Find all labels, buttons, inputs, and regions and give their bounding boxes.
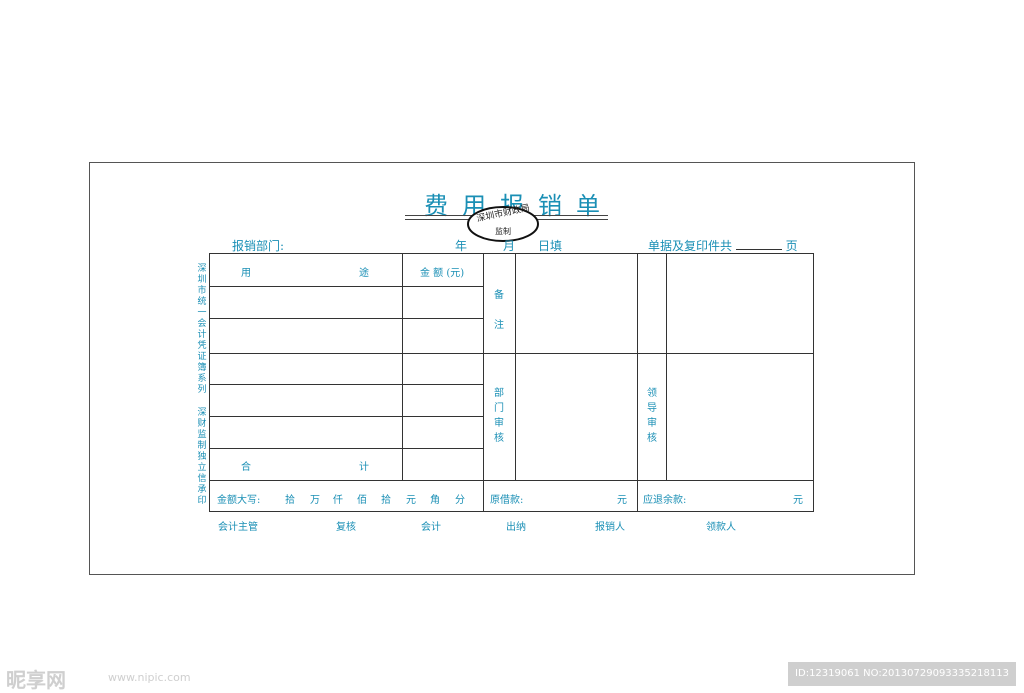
table-divider bbox=[402, 254, 403, 480]
watermark-id: ID:12319061 NO:20130729093335218113 bbox=[788, 662, 1016, 686]
sig-accountant: 会计 bbox=[421, 522, 441, 533]
caps-unit: 元 bbox=[406, 495, 416, 506]
page-unit: 页 bbox=[785, 239, 798, 253]
leader-review-label: 领导审核 bbox=[647, 388, 657, 444]
table-row-line bbox=[210, 480, 814, 481]
table-divider bbox=[483, 254, 484, 512]
watermark-url: www.nipic.com bbox=[108, 671, 191, 684]
table-row-line bbox=[210, 384, 483, 385]
caps-unit: 万 bbox=[310, 495, 320, 506]
attach-text: 单据及复印件共 bbox=[648, 239, 733, 253]
table-divider bbox=[637, 254, 638, 512]
side-text-series: 深圳市统一会计凭证簿系列 bbox=[197, 264, 207, 395]
table-row-line bbox=[210, 318, 483, 319]
original-loan-unit: 元 bbox=[617, 495, 627, 506]
original-loan-label: 原借款: bbox=[490, 495, 524, 506]
remark-label: 备注 bbox=[494, 290, 504, 331]
sig-claimant: 报销人 bbox=[595, 522, 625, 533]
sig-cashier: 出纳 bbox=[506, 522, 526, 533]
table-divider bbox=[515, 254, 516, 480]
watermark-brand: 昵享网 bbox=[6, 668, 66, 692]
col-purpose-2: 途 bbox=[359, 268, 369, 279]
attach-count-blank bbox=[735, 239, 782, 250]
total-label-2: 计 bbox=[359, 462, 369, 473]
month-label: 月 bbox=[503, 239, 516, 253]
side-text-printer: 深财监制独立信承印 bbox=[197, 408, 207, 506]
table-row-line bbox=[210, 286, 483, 287]
dept-label: 报销部门: bbox=[232, 239, 285, 253]
year-label: 年 bbox=[455, 239, 468, 253]
col-amount: 金 额 (元) bbox=[420, 268, 465, 279]
caps-unit: 拾 bbox=[285, 495, 295, 506]
amount-caps-label: 金额大写: bbox=[217, 495, 261, 506]
caps-unit: 仟 bbox=[333, 495, 343, 506]
table-row-line bbox=[210, 416, 483, 417]
table-row-line bbox=[210, 448, 483, 449]
caps-unit: 佰 bbox=[357, 495, 367, 506]
caps-unit: 拾 bbox=[381, 495, 391, 506]
refund-unit: 元 bbox=[793, 495, 803, 506]
caps-unit: 分 bbox=[455, 495, 465, 506]
table-divider bbox=[666, 254, 667, 480]
col-purpose-1: 用 bbox=[241, 268, 251, 279]
day-fill-label: 日填 bbox=[538, 239, 563, 253]
table-row-line bbox=[210, 353, 814, 354]
caps-unit: 角 bbox=[430, 495, 440, 506]
total-label-1: 合 bbox=[241, 462, 251, 473]
attach-label: 单据及复印件共 页 bbox=[648, 237, 798, 254]
sig-accounting-supervisor: 会计主管 bbox=[218, 522, 258, 533]
sig-review: 复核 bbox=[336, 522, 356, 533]
refund-label: 应退余款: bbox=[643, 495, 687, 506]
expense-table bbox=[209, 253, 814, 512]
sig-payee: 领款人 bbox=[706, 522, 736, 533]
stamp-text-bottom: 监制 bbox=[495, 227, 511, 236]
dept-review-label: 部门审核 bbox=[494, 388, 504, 444]
